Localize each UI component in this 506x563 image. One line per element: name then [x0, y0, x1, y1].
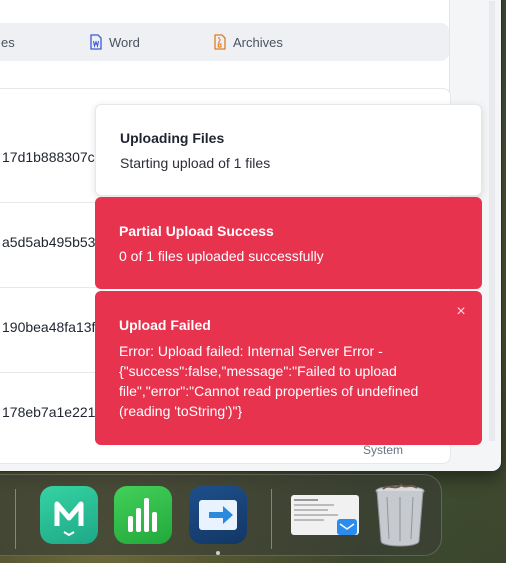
- toast-upload-failed: Upload Failed Error: Upload failed: Inte…: [95, 291, 482, 445]
- system-label: System: [363, 443, 404, 457]
- filter-word[interactable]: Word: [89, 23, 140, 61]
- toast-partial-success: Partial Upload Success 0 of 1 files uplo…: [95, 197, 482, 289]
- dock-separator: [15, 489, 16, 549]
- window-scrollbar[interactable]: [489, 1, 495, 441]
- file-hash: 178eb7a1e221: [2, 404, 96, 420]
- trash-icon[interactable]: [373, 481, 427, 547]
- toast-message: Starting upload of 1 files: [120, 155, 271, 171]
- close-icon[interactable]: ×: [454, 304, 468, 320]
- toast-title: Partial Upload Success: [119, 223, 274, 239]
- mindnode-icon[interactable]: [40, 486, 98, 544]
- toast-title: Upload Failed: [119, 317, 211, 333]
- running-indicator: [216, 551, 220, 555]
- file-hash: 190bea48fa13f: [2, 319, 96, 335]
- toast-message: Error: Upload failed: Internal Server Er…: [119, 343, 419, 419]
- file-hash: 17d1b888307c: [2, 149, 95, 165]
- filter-word-label: Word: [109, 34, 140, 50]
- dock-separator: [271, 489, 272, 549]
- numbers-icon[interactable]: [114, 486, 172, 544]
- transmit-icon[interactable]: [189, 486, 247, 544]
- filter-archives-label: Archives: [233, 34, 283, 50]
- toast-message: 0 of 1 files uploaded successfully: [119, 248, 324, 264]
- word-document-icon: [89, 34, 103, 50]
- filter-archives[interactable]: Archives: [213, 23, 283, 61]
- filter-partial[interactable]: es: [1, 23, 15, 61]
- filter-partial-label: es: [1, 34, 15, 50]
- file-hash: a5d5ab495b53: [2, 234, 96, 250]
- dock: [0, 474, 442, 556]
- toast-uploading: Uploading Files Starting upload of 1 fil…: [95, 104, 482, 196]
- archive-icon: [213, 34, 227, 50]
- toast-title: Uploading Files: [120, 130, 225, 146]
- mail-preview-icon[interactable]: [291, 495, 359, 535]
- file-type-filter-bar: es Word Archives: [0, 23, 449, 61]
